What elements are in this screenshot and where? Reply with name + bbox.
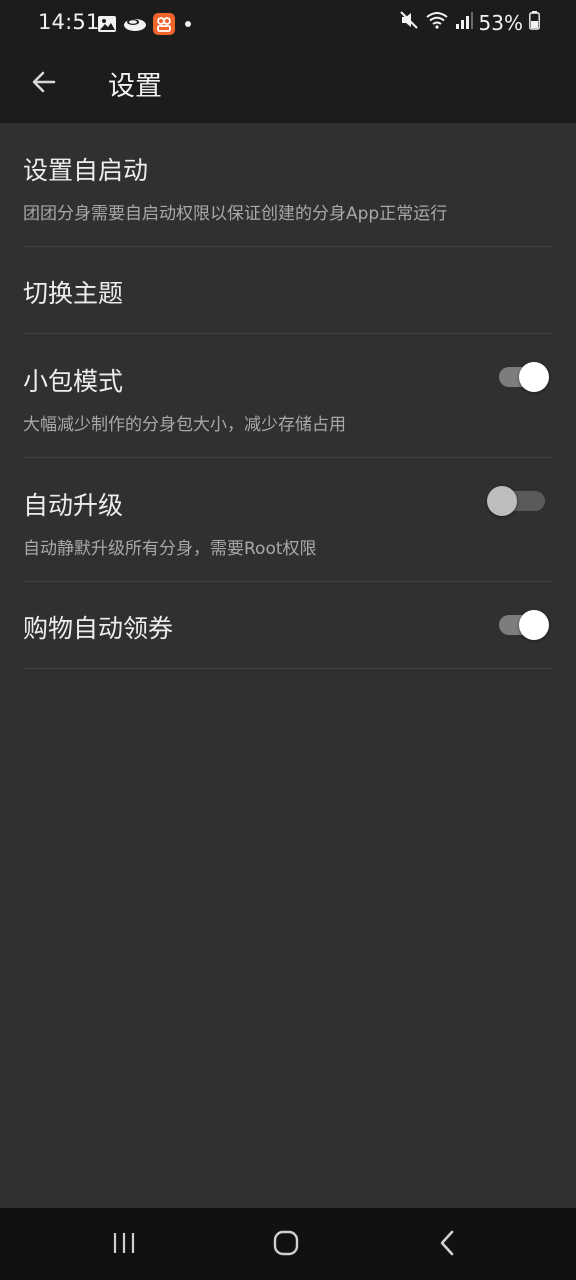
recent-apps-icon bbox=[111, 1230, 137, 1260]
app-notification-icon bbox=[153, 13, 175, 39]
signal-icon bbox=[455, 10, 473, 35]
dot-icon bbox=[181, 14, 195, 38]
settings-list: 设置自启动 团团分身需要自启动权限以保证创建的分身App正常运行 切换主题 小包… bbox=[0, 123, 576, 669]
setting-auto-upgrade[interactable]: 自动升级 自动静默升级所有分身，需要Root权限 bbox=[23, 458, 553, 582]
setting-small-package[interactable]: 小包模式 大幅减少制作的分身包大小，减少存储占用 bbox=[23, 334, 553, 458]
toggle-thumb bbox=[519, 362, 549, 392]
toggle-thumb bbox=[487, 486, 517, 516]
setting-title: 购物自动领券 bbox=[23, 614, 174, 643]
battery-percent: 53% bbox=[478, 10, 523, 35]
setting-coupon[interactable]: 购物自动领券 bbox=[23, 582, 553, 669]
home-button[interactable] bbox=[266, 1228, 306, 1262]
back-icon bbox=[436, 1229, 460, 1261]
status-bar: 14:51 53% bbox=[0, 0, 576, 48]
setting-description: 大幅减少制作的分身包大小，减少存储占用 bbox=[23, 415, 346, 435]
back-button[interactable] bbox=[26, 66, 62, 102]
arrow-left-icon bbox=[30, 68, 58, 100]
navigation-bar bbox=[0, 1208, 576, 1280]
setting-description: 自动静默升级所有分身，需要Root权限 bbox=[23, 539, 317, 559]
setting-title: 切换主题 bbox=[23, 279, 124, 308]
setting-title: 小包模式 bbox=[23, 367, 124, 396]
image-icon bbox=[97, 14, 117, 38]
home-icon bbox=[272, 1229, 300, 1261]
setting-theme[interactable]: 切换主题 bbox=[23, 247, 553, 334]
system-back-button[interactable] bbox=[428, 1228, 468, 1262]
recent-apps-button[interactable] bbox=[104, 1228, 144, 1262]
status-time: 14:51 bbox=[38, 10, 100, 34]
setting-title: 设置自启动 bbox=[23, 156, 149, 185]
app-bar: 设置 bbox=[0, 48, 576, 123]
setting-title: 自动升级 bbox=[23, 491, 124, 520]
toggle-thumb bbox=[519, 610, 549, 640]
small-package-toggle[interactable] bbox=[499, 360, 549, 394]
setting-auto-start[interactable]: 设置自启动 团团分身需要自启动权限以保证创建的分身App正常运行 bbox=[23, 123, 553, 247]
cloud-app-icon bbox=[123, 14, 147, 38]
battery-icon bbox=[529, 10, 540, 35]
page-title: 设置 bbox=[108, 71, 162, 102]
coupon-toggle[interactable] bbox=[499, 608, 549, 642]
setting-description: 团团分身需要自启动权限以保证创建的分身App正常运行 bbox=[23, 204, 448, 224]
wifi-icon bbox=[425, 10, 449, 35]
auto-upgrade-toggle[interactable] bbox=[487, 484, 549, 518]
system-status: 53% bbox=[399, 10, 540, 35]
notification-icons bbox=[97, 13, 195, 39]
mute-icon bbox=[399, 10, 419, 35]
